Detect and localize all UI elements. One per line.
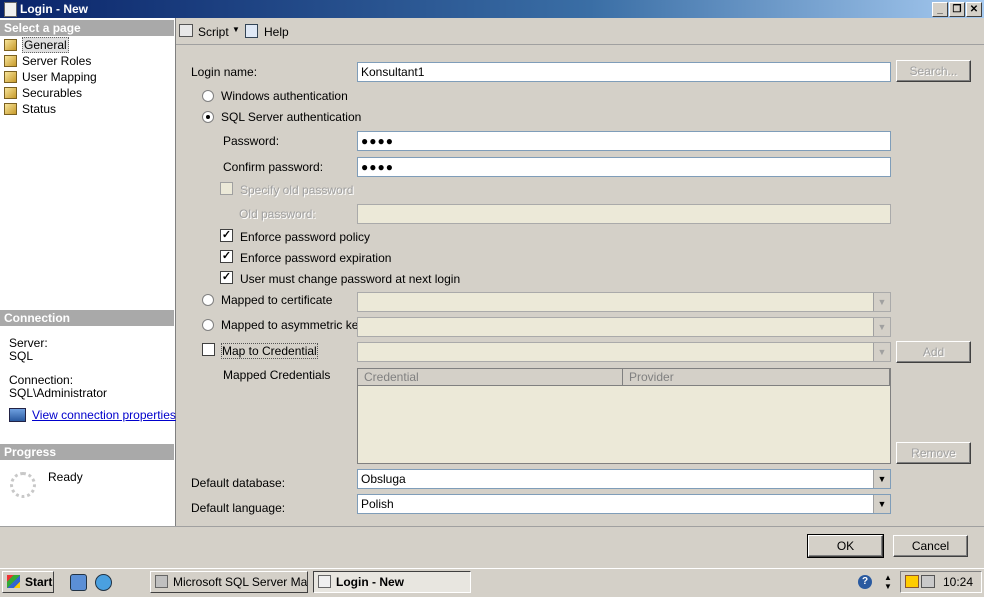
mapped-certificate-radio[interactable] [202, 294, 214, 306]
credential-combo[interactable]: ▼ [357, 342, 891, 362]
taskbar-item-sql-server[interactable]: Microsoft SQL Server Ma... [150, 571, 308, 593]
start-button[interactable]: Start [2, 571, 54, 593]
dialog-footer: OK Cancel [0, 526, 984, 569]
mapped-asymmetric-radio[interactable] [202, 319, 214, 331]
sql-auth-label[interactable]: SQL Server authentication [221, 110, 361, 124]
progress-header: Progress [0, 444, 174, 460]
ok-button[interactable]: OK [807, 534, 884, 558]
confirm-password-label: Confirm password: [223, 160, 324, 174]
must-change-checkbox[interactable]: ✓ [220, 271, 233, 284]
certificate-combo[interactable]: ▼ [357, 292, 891, 312]
warning-tray-icon[interactable] [905, 575, 919, 588]
login-name-label: Login name: [191, 65, 258, 79]
sql-auth-radio[interactable] [202, 111, 214, 123]
default-database-label: Default database: [191, 476, 286, 490]
connection-label: Connection: [9, 373, 74, 387]
taskbar: Start Microsoft SQL Server Ma... Login -… [0, 568, 984, 597]
enforce-policy-checkbox[interactable]: ✓ [220, 229, 233, 242]
progress-spinner-icon [10, 472, 36, 498]
password-input[interactable]: ●●●● [357, 131, 891, 151]
help-icon [245, 24, 258, 38]
must-change-label: User must change password at next login [240, 272, 461, 286]
page-icon [4, 103, 17, 115]
server-value: SQL [9, 349, 34, 363]
search-button[interactable]: Search... [896, 60, 971, 82]
app-icon [4, 2, 17, 17]
script-icon [179, 24, 193, 37]
script-button[interactable]: Script [198, 25, 229, 39]
system-tray: 10:24 [900, 571, 982, 593]
connection-value: SQL\Administrator [9, 386, 108, 400]
specify-old-password-label: Specify old password [240, 183, 354, 197]
windows-logo-icon [7, 575, 20, 588]
windows-auth-label[interactable]: Windows authentication [221, 89, 348, 103]
mapped-credentials-label: Mapped Credentials [223, 368, 331, 382]
script-dropdown-icon[interactable]: ▼ [232, 25, 240, 34]
server-label: Server: [9, 336, 48, 350]
view-connection-properties-link[interactable]: View connection properties [32, 408, 176, 422]
close-button[interactable]: ✕ [966, 2, 982, 17]
default-language-label: Default language: [191, 501, 286, 515]
chevron-down-icon[interactable]: ▼ [873, 470, 890, 488]
help-button[interactable]: Help [264, 25, 289, 39]
map-credential-label[interactable]: Map to Credential [221, 343, 318, 359]
connection-properties-icon [9, 408, 26, 422]
page-general[interactable]: General [4, 37, 69, 53]
column-header-credential[interactable]: Credential [358, 369, 623, 386]
dialog-icon [318, 575, 331, 588]
add-button[interactable]: Add [896, 341, 971, 363]
clock[interactable]: 10:24 [943, 575, 973, 589]
cancel-button[interactable]: Cancel [893, 535, 968, 557]
page-status[interactable]: Status [4, 102, 56, 117]
chevron-down-icon[interactable]: ▼ [873, 293, 890, 311]
left-pane: Select a page General Server Roles User … [0, 18, 176, 526]
chevron-down-icon[interactable]: ▼ [873, 343, 890, 361]
specify-old-password-checkbox[interactable] [220, 182, 233, 195]
page-user-mapping[interactable]: User Mapping [4, 70, 97, 85]
default-database-combo[interactable]: Obsluga ▼ [357, 469, 891, 489]
default-language-combo[interactable]: Polish ▼ [357, 494, 891, 514]
old-password-input[interactable] [357, 204, 891, 224]
mapped-asymmetric-label[interactable]: Mapped to asymmetric key [221, 318, 364, 332]
progress-status: Ready [48, 470, 83, 484]
page-icon [4, 39, 17, 51]
page-securables[interactable]: Securables [4, 86, 82, 101]
enforce-policy-label: Enforce password policy [240, 230, 371, 244]
tray-expand-icon[interactable]: ▲ ▼ [884, 573, 894, 591]
help-tray-icon[interactable]: ? [858, 575, 872, 589]
minimize-button[interactable]: _ [932, 2, 948, 17]
network-tray-icon[interactable] [921, 575, 935, 588]
old-password-label: Old password: [239, 207, 316, 221]
login-name-input[interactable]: Konsultant1 [357, 62, 891, 82]
select-page-header: Select a page [0, 20, 174, 36]
page-icon [4, 87, 17, 99]
confirm-password-input[interactable]: ●●●● [357, 157, 891, 177]
mapped-credentials-grid[interactable]: Credential Provider [357, 368, 891, 464]
restore-button[interactable]: ❐ [949, 2, 965, 17]
toolbar: Script ▼ Help [176, 18, 984, 45]
password-label: Password: [223, 134, 280, 148]
show-desktop-icon[interactable] [70, 574, 87, 591]
remove-button[interactable]: Remove [896, 442, 971, 464]
title-bar: Login - New _ ❐ ✕ [0, 0, 984, 18]
sql-server-icon [155, 575, 168, 588]
column-header-provider[interactable]: Provider [623, 369, 890, 386]
window-title: Login - New [20, 2, 88, 16]
chevron-down-icon[interactable]: ▼ [873, 318, 890, 336]
page-server-roles[interactable]: Server Roles [4, 54, 91, 69]
windows-auth-radio[interactable] [202, 90, 214, 102]
asymmetric-key-combo[interactable]: ▼ [357, 317, 891, 337]
chevron-down-icon[interactable]: ▼ [873, 495, 890, 513]
mapped-certificate-label[interactable]: Mapped to certificate [221, 293, 332, 307]
internet-explorer-icon[interactable] [95, 574, 112, 591]
page-icon [4, 55, 17, 67]
enforce-expiration-checkbox[interactable]: ✓ [220, 250, 233, 263]
map-credential-checkbox[interactable] [202, 343, 215, 356]
enforce-expiration-label: Enforce password expiration [240, 251, 392, 265]
connection-header: Connection [0, 310, 174, 326]
taskbar-item-login-new[interactable]: Login - New [313, 571, 471, 593]
page-icon [4, 71, 17, 83]
